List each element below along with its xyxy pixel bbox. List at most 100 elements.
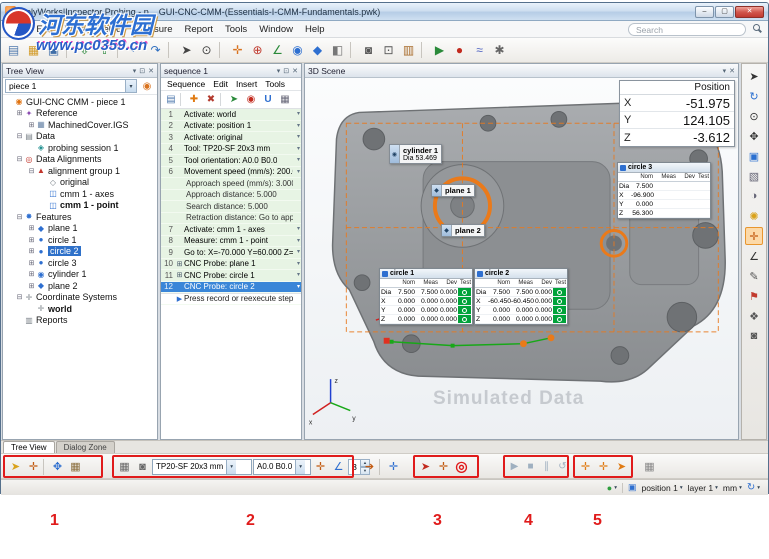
redo-icon[interactable]: ↷ <box>146 41 165 60</box>
tree-row[interactable]: ⊟ ▤ Data <box>3 131 157 143</box>
profile-chart-icon[interactable]: ≈ <box>470 41 489 60</box>
select-arrow-icon[interactable]: ➤ <box>745 67 763 85</box>
gauge-icon[interactable]: ◧ <box>328 41 347 60</box>
zoom-view-icon[interactable]: ⊙ <box>745 107 763 125</box>
sequence-step[interactable]: Approach speed (mm/s): 3.000 <box>161 178 301 190</box>
search-input[interactable] <box>628 23 746 36</box>
new-file-icon[interactable]: ▤ <box>4 41 23 60</box>
tree-row[interactable]: ⊞ ● circle 1 <box>3 234 157 246</box>
tree-expander-icon[interactable]: ⊞ <box>27 247 36 255</box>
cylinder-1-annotation[interactable]: ◉ cylinder 1 Dia 53.469 <box>389 144 443 164</box>
sequence-step[interactable]: 5 Tool orientation: A0.0 B0.0 <box>161 155 301 167</box>
menu-item[interactable]: Measure <box>130 23 179 36</box>
panel-menu-icon[interactable]: ▾ <box>133 67 137 75</box>
goto-position-icon[interactable]: ➔ <box>361 457 378 476</box>
tree-expander-icon[interactable]: ⊟ <box>15 293 24 301</box>
search-icon[interactable] <box>753 24 760 31</box>
tree-row[interactable]: ⊞ ▦ MachinedCover.IGS <box>3 119 157 131</box>
sequence-grid-icon[interactable]: ▦ <box>277 92 293 108</box>
add-step-icon[interactable]: ✚ <box>186 92 202 108</box>
tree-row[interactable]: ◫ cmm 1 - point <box>3 200 157 212</box>
menu-item[interactable]: Tools <box>219 23 253 36</box>
sequence-step[interactable]: 3 Activate: original <box>161 132 301 144</box>
trigger-probe-icon[interactable]: ➤ <box>417 457 434 476</box>
menu-item[interactable]: Window <box>253 23 299 36</box>
open-file-icon[interactable]: ▦ <box>24 41 43 60</box>
camera-lock-icon[interactable]: ◙ <box>134 457 151 476</box>
tool-orientation-icon[interactable]: ✛ <box>312 457 329 476</box>
probe-compensate-icon[interactable]: ✥ <box>49 457 66 476</box>
sequence-step[interactable]: 10 ⊞ CNC Probe: plane 1 <box>161 258 301 270</box>
tree-row[interactable]: ⊞ ◆ plane 1 <box>3 223 157 235</box>
panel-tab[interactable]: Tree View <box>3 441 55 453</box>
tree-row[interactable]: ⊟ ✸ Features <box>3 211 157 223</box>
measure-angle-icon[interactable]: ∠ <box>268 41 287 60</box>
machine-icon[interactable]: ▦ <box>116 457 133 476</box>
stop-icon[interactable]: ■ <box>523 457 538 476</box>
tree-expander-icon[interactable]: ⊟ <box>15 213 24 221</box>
menu-item[interactable]: Help <box>299 23 331 36</box>
view-cube-icon[interactable]: ▧ <box>745 167 763 185</box>
sequence-step[interactable]: Search distance: 5.000 <box>161 201 301 213</box>
shading-mode-icon[interactable]: ◑ <box>745 187 763 205</box>
probe-options-icon[interactable]: ✛ <box>385 457 402 476</box>
tree-row[interactable]: ◈ probing session 1 <box>3 142 157 154</box>
chevron-down-icon[interactable]: ▾ <box>226 459 237 474</box>
sequence-step[interactable]: 7 Activate: cmm 1 - axes <box>161 224 301 236</box>
panel-close-icon[interactable]: ✕ <box>292 67 298 75</box>
cnc-goto-icon[interactable]: ➤ <box>613 457 630 476</box>
snapshot-icon[interactable]: ⊡ <box>379 41 398 60</box>
flag-icon[interactable]: ⚑ <box>745 287 763 305</box>
select-tool-icon[interactable]: ➤ <box>177 41 196 60</box>
zoom-tool-icon[interactable]: ⊙ <box>197 41 216 60</box>
tree-expander-icon[interactable]: ⊟ <box>27 167 36 175</box>
tree-row[interactable]: ⊞ ◉ cylinder 1 <box>3 269 157 281</box>
piece-selector[interactable]: piece 1 ▾ <box>5 79 137 93</box>
probe-cursor-icon[interactable]: ➤ <box>7 457 24 476</box>
panel-menu-icon[interactable]: ▾ <box>277 67 281 75</box>
scene-camera-icon[interactable]: ◙ <box>745 327 763 345</box>
tree-panel-header[interactable]: Tree View ▾ ⊡ ✕ <box>3 64 157 78</box>
maximize-button[interactable]: ▢ <box>715 5 734 18</box>
tree-row[interactable]: ⊞ ● circle 2 <box>3 246 157 258</box>
sequence-menu-item[interactable]: Insert <box>232 79 261 89</box>
probe-macro-icon[interactable]: ▦ <box>67 457 84 476</box>
sequence-menu-item[interactable]: Edit <box>209 79 232 89</box>
reset-icon[interactable]: ↺ <box>555 457 570 476</box>
new-sequence-icon[interactable]: ▤ <box>163 92 179 108</box>
annotation-icon[interactable]: ✎ <box>745 267 763 285</box>
plane-2-annotation[interactable]: ◆ plane 2 <box>441 224 485 237</box>
fit-view-icon[interactable]: ▣ <box>745 147 763 165</box>
feature-plane-icon[interactable]: ◆ <box>308 41 327 60</box>
tree-row[interactable]: ◫ cmm 1 - axes <box>3 188 157 200</box>
options-icon[interactable]: ✱ <box>490 41 509 60</box>
tree-row[interactable]: ✛ world <box>3 303 157 315</box>
sequence-step[interactable]: ▶ Press record or reexecute steps <box>161 293 301 305</box>
sequence-step[interactable]: 2 Activate: position 1 <box>161 120 301 132</box>
tree-row[interactable]: ▥ Reports <box>3 315 157 327</box>
tree-expander-icon[interactable]: ⊞ <box>27 236 36 244</box>
panel-close-icon[interactable]: ✕ <box>729 67 735 75</box>
report-icon[interactable]: ▥ <box>399 41 418 60</box>
cnc-probe-feature-icon[interactable]: ✛ <box>595 457 612 476</box>
snap-icon[interactable]: ▣ <box>628 482 637 493</box>
sequence-step[interactable]: Approach distance: 5.000 <box>161 189 301 201</box>
sequence-panel-header[interactable]: sequence 1 ▾ ⊡ ✕ <box>161 64 301 78</box>
panel-pin-icon[interactable]: ⊡ <box>139 67 145 75</box>
sequence-step[interactable]: 8 Measure: cmm 1 - point <box>161 235 301 247</box>
layer-selector[interactable]: layer 1 ▾ <box>688 483 718 493</box>
tree-row[interactable]: ⊞ ✦ Reference <box>3 108 157 120</box>
delete-step-icon[interactable]: ✖ <box>203 92 219 108</box>
position-selector[interactable]: position 1 ▾ <box>641 483 682 493</box>
chevron-down-icon[interactable]: ▾ <box>739 485 742 491</box>
step-expander-icon[interactable]: ⊞ <box>175 271 184 279</box>
tree-row[interactable]: ⊟ ✛ Coordinate Systems <box>3 292 157 304</box>
tree-home-icon[interactable]: ◉ <box>139 79 155 93</box>
tree-expander-icon[interactable]: ⊞ <box>27 282 36 290</box>
chevron-down-icon[interactable]: ▾ <box>614 485 617 491</box>
sequence-step[interactable]: 1 Activate: world <box>161 109 301 121</box>
sequence-step[interactable]: 9 Go to: X=-70.000 Y=60.000 Z=-5.000 <box>161 247 301 259</box>
menu-item[interactable]: Edit <box>30 23 58 36</box>
tree-expander-icon[interactable]: ⊞ <box>27 259 36 267</box>
tool-orientation-selector[interactable]: A0.0 B0.0 ▾ <box>253 458 311 475</box>
